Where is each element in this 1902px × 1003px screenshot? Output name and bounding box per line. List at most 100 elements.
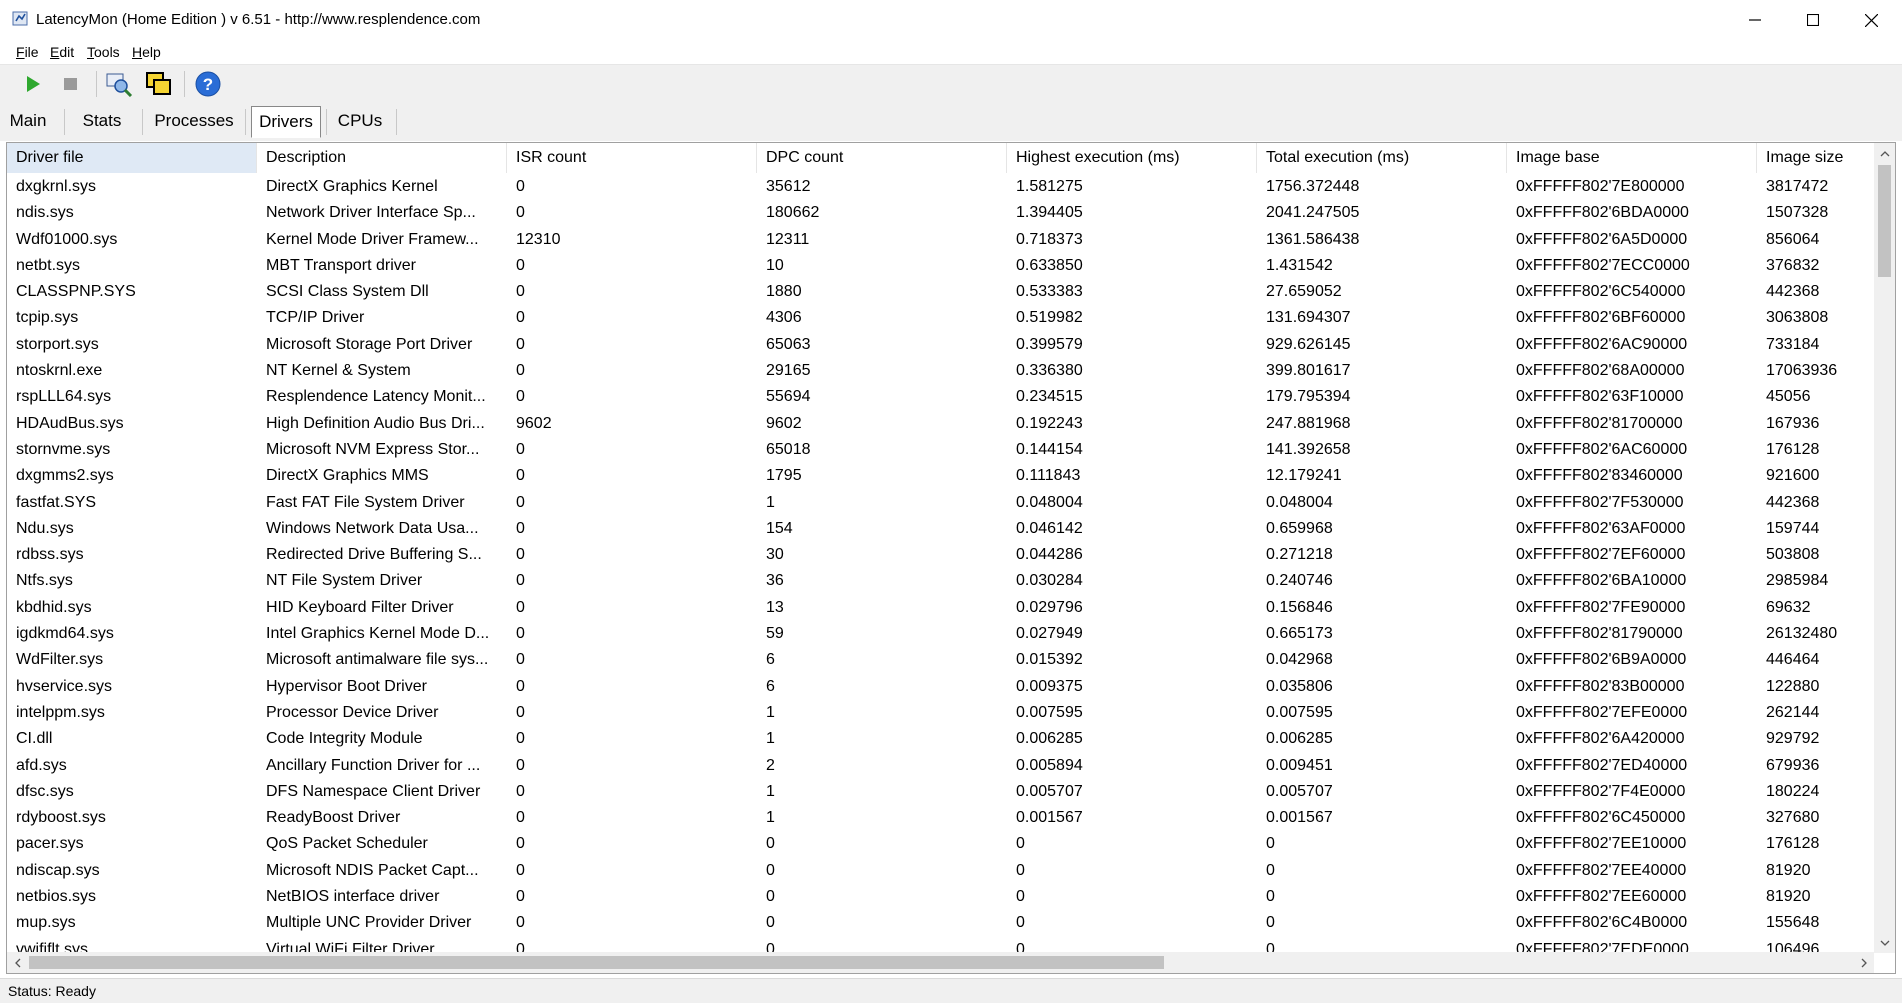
cell-dpc-count: 9602 — [766, 414, 802, 432]
table-row[interactable]: rdyboost.sys ReadyBoost Driver 0 1 0.001567 0… — [7, 805, 1877, 831]
cell-driver-file: rdyboost.sys — [16, 809, 106, 827]
table-row[interactable]: dxgmms2.sys DirectX Graphics MMS 0 1795 0.11… — [7, 463, 1877, 489]
table-row[interactable]: ndis.sys Network Driver Interface Sp... 0 1… — [7, 200, 1877, 226]
table-row[interactable]: ntoskrnl.exe NT Kernel & System 0 29165 0.33… — [7, 358, 1877, 384]
cell-driver-file: CI.dll — [16, 730, 53, 748]
copy-windows-icon[interactable] — [144, 69, 174, 99]
table-row[interactable]: tcpip.sys TCP/IP Driver 0 4306 0.519982 131.6… — [7, 305, 1877, 331]
header-col-dpc-count[interactable]: DPC count — [757, 143, 1007, 173]
cell-total-execution: 0.665173 — [1266, 625, 1333, 643]
cell-dpc-count: 65018 — [766, 440, 811, 458]
cell-driver-file: dxgkrnl.sys — [16, 178, 97, 195]
table-row[interactable]: netbios.sys NetBIOS interface driver 0 0 0 0 0… — [7, 884, 1877, 910]
tab-separator — [245, 109, 246, 135]
table-row[interactable]: igdkmd64.sys Intel Graphics Kernel Mode D… — [7, 621, 1877, 647]
cell-image-size: 376832 — [1766, 256, 1820, 274]
table-row[interactable]: intelppm.sys Processor Device Driver 0 1 0.0… — [7, 700, 1877, 726]
cell-image-base: 0xFFFFF802'81700000 — [1516, 414, 1683, 432]
cell-total-execution: 0.009451 — [1266, 756, 1333, 774]
tab-cpus[interactable]: CPUs — [332, 106, 388, 136]
menu-help[interactable]: Help — [132, 43, 161, 61]
cell-dpc-count: 1 — [766, 703, 775, 721]
scroll-down-icon[interactable] — [1874, 932, 1895, 953]
cell-isr-count: 0 — [516, 888, 525, 906]
cell-description: Multiple UNC Provider Driver — [266, 914, 472, 932]
cell-image-base: 0xFFFFF802'7FE90000 — [1516, 598, 1686, 616]
close-button[interactable] — [1842, 0, 1900, 40]
cell-isr-count: 12310 — [516, 230, 561, 248]
maximize-button[interactable] — [1784, 0, 1842, 40]
table-row[interactable]: Ntfs.sys NT File System Driver 0 36 0.030284… — [7, 568, 1877, 594]
table-row[interactable]: rdbss.sys Redirected Drive Buffering S...… — [7, 542, 1877, 568]
table-row[interactable]: dfsc.sys DFS Namespace Client Driver 0 1 0.0… — [7, 779, 1877, 805]
table-row[interactable]: rspLLL64.sys Resplendence Latency Monit..… — [7, 384, 1877, 410]
table-row[interactable]: Ndu.sys Windows Network Data Usa... 0 154 0.… — [7, 516, 1877, 542]
cell-driver-file: ntoskrnl.exe — [16, 362, 103, 380]
cell-total-execution: 0.042968 — [1266, 651, 1333, 669]
cell-highest-execution: 0.015392 — [1016, 651, 1083, 669]
cell-highest-execution: 0 — [1016, 888, 1025, 906]
vertical-scrollbar[interactable] — [1874, 143, 1895, 953]
header-col-description[interactable]: Description — [257, 143, 507, 173]
process-explorer-icon[interactable] — [104, 69, 134, 99]
table-row[interactable]: storport.sys Microsoft Storage Port Drive… — [7, 332, 1877, 358]
table-row[interactable]: Wdf01000.sys Kernel Mode Driver Framew...… — [7, 227, 1877, 253]
table-row[interactable]: hvservice.sys Hypervisor Boot Driver 0 6 0.0… — [7, 674, 1877, 700]
table-row[interactable]: HDAudBus.sys High Definition Audio Bus Dr… — [7, 411, 1877, 437]
header-col-total-execution[interactable]: Total execution (ms) — [1257, 143, 1507, 173]
cell-total-execution: 0.271218 — [1266, 546, 1333, 564]
table-row[interactable]: dxgkrnl.sys DirectX Graphics Kernel 0 35612… — [7, 174, 1877, 200]
cell-isr-count: 0 — [516, 572, 525, 590]
play-icon[interactable] — [18, 69, 48, 99]
header-col-driver-file[interactable]: Driver file — [7, 143, 257, 173]
cell-description: Intel Graphics Kernel Mode D... — [266, 625, 490, 643]
table-row[interactable]: netbt.sys MBT Transport driver 0 10 0.633850… — [7, 253, 1877, 279]
cell-highest-execution: 0.029796 — [1016, 598, 1083, 616]
table-row[interactable]: fastfat.SYS Fast FAT File System Driver 0 1… — [7, 490, 1877, 516]
help-icon[interactable]: ? — [193, 69, 223, 99]
header-col-highest-execution[interactable]: Highest execution (ms) — [1007, 143, 1257, 173]
header-col-isr-count[interactable]: ISR count — [507, 143, 757, 173]
tab-separator — [396, 109, 397, 135]
cell-isr-count: 0 — [516, 178, 525, 195]
cell-description: Microsoft antimalware file sys... — [266, 651, 489, 669]
tab-stats[interactable]: Stats — [74, 106, 130, 136]
cell-image-base: 0xFFFFF802'6A5D0000 — [1516, 230, 1688, 248]
table-row[interactable]: stornvme.sys Microsoft NVM Express Stor..… — [7, 437, 1877, 463]
tab-drivers[interactable]: Drivers — [251, 106, 321, 138]
menu-file[interactable]: File — [16, 43, 39, 61]
table-row[interactable]: pacer.sys QoS Packet Scheduler 0 0 0 0 0xFFFFF… — [7, 831, 1877, 857]
table-row[interactable]: kbdhid.sys HID Keyboard Filter Driver 0 13 0… — [7, 595, 1877, 621]
horizontal-scroll-thumb[interactable] — [29, 956, 1164, 969]
tab-processes[interactable]: Processes — [150, 106, 238, 136]
cell-total-execution: 0 — [1266, 861, 1275, 879]
table-row[interactable]: WdFilter.sys Microsoft antimalware file s… — [7, 647, 1877, 673]
cell-highest-execution: 0.234515 — [1016, 388, 1083, 406]
cell-description: Microsoft NDIS Packet Capt... — [266, 861, 479, 879]
cell-total-execution: 0.035806 — [1266, 677, 1333, 695]
header-col-image-size[interactable]: Image size — [1757, 143, 1877, 173]
cell-description: NetBIOS interface driver — [266, 888, 440, 906]
table-row[interactable]: CLASSPNP.SYS SCSI Class System Dll 0 1880 0.… — [7, 279, 1877, 305]
vertical-scroll-thumb[interactable] — [1878, 165, 1891, 277]
scroll-right-icon[interactable] — [1853, 952, 1874, 973]
scroll-left-icon[interactable] — [7, 952, 28, 973]
horizontal-scrollbar[interactable] — [7, 952, 1874, 973]
stop-icon[interactable] — [56, 69, 86, 99]
table-row[interactable]: afd.sys Ancillary Function Driver for ...… — [7, 753, 1877, 779]
table-row[interactable]: mup.sys Multiple UNC Provider Driver 0 0 0 0 0… — [7, 910, 1877, 936]
menu-tools[interactable]: Tools — [87, 43, 120, 61]
minimize-button[interactable] — [1726, 0, 1784, 40]
cell-image-base: 0xFFFFF802'6B9A0000 — [1516, 651, 1687, 669]
cell-driver-file: dfsc.sys — [16, 782, 74, 800]
menu-edit[interactable]: Edit — [50, 43, 74, 61]
tab-main[interactable]: Main — [4, 106, 52, 136]
table-body: dxgkrnl.sys DirectX Graphics Kernel 0 35612… — [7, 174, 1877, 963]
cell-highest-execution: 0.027949 — [1016, 625, 1083, 643]
cell-image-size: 180224 — [1766, 782, 1820, 800]
cell-isr-count: 0 — [516, 309, 525, 327]
table-row[interactable]: ndiscap.sys Microsoft NDIS Packet Capt...… — [7, 858, 1877, 884]
table-row[interactable]: CI.dll Code Integrity Module 0 1 0.006285 0.0… — [7, 726, 1877, 752]
scroll-up-icon[interactable] — [1874, 143, 1895, 164]
header-col-image-base[interactable]: Image base — [1507, 143, 1757, 173]
